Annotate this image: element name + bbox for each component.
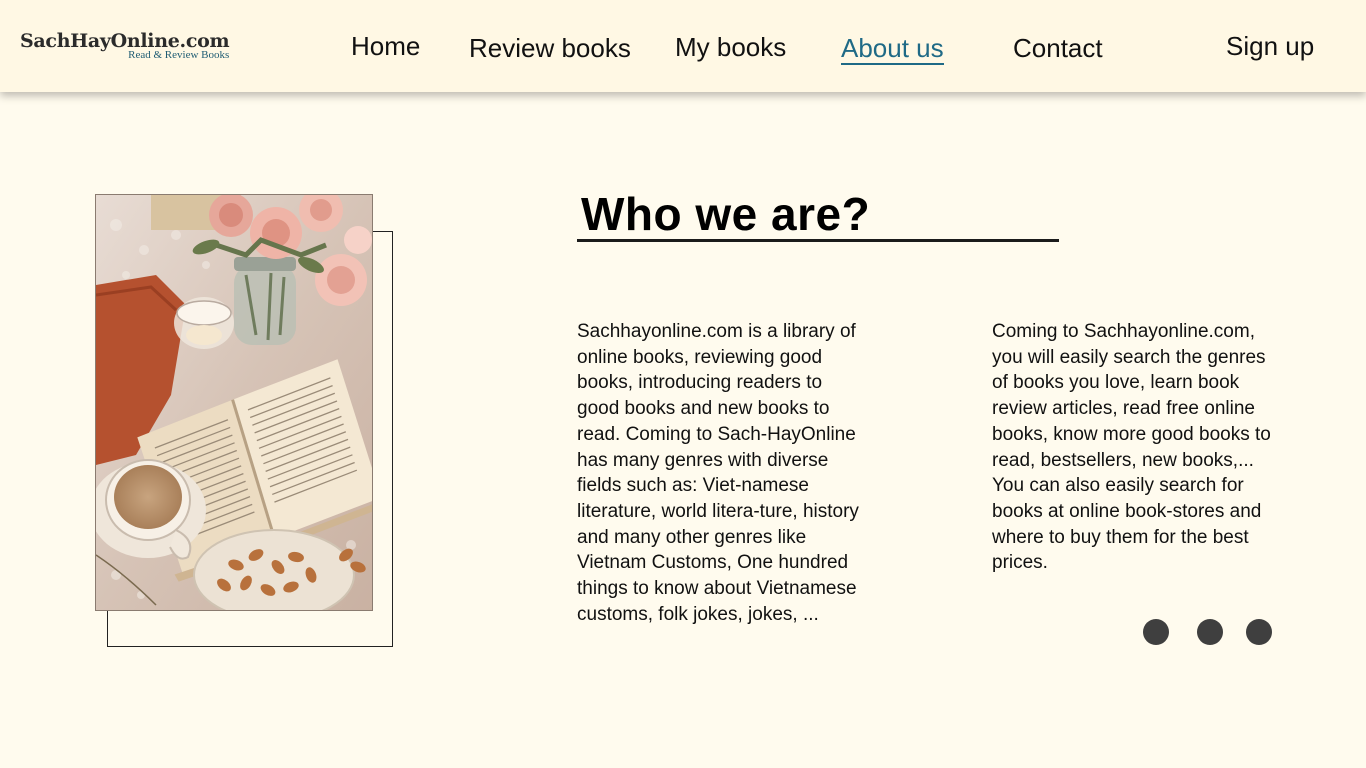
title-underline <box>577 239 1059 242</box>
nav-review-books[interactable]: Review books <box>469 33 631 63</box>
signup-link[interactable]: Sign up <box>1226 31 1314 61</box>
section-title: Who we are? <box>581 188 871 240</box>
site-header: SachHayOnline.com Read & Review Books Ho… <box>0 0 1366 92</box>
photo-illustration <box>96 195 372 610</box>
site-logo[interactable]: SachHayOnline.com Read & Review Books <box>20 30 230 61</box>
books-coffee-photo <box>95 194 373 611</box>
carousel-dot-1[interactable] <box>1143 619 1169 645</box>
carousel-dot-2[interactable] <box>1197 619 1223 645</box>
about-paragraph-2: Coming to Sachhayonline.com, you will ea… <box>992 321 1271 574</box>
nav-my-books[interactable]: My books <box>675 32 786 62</box>
nav-about-us[interactable]: About us <box>841 33 944 65</box>
nav-home[interactable]: Home <box>351 31 420 61</box>
about-paragraph-1: Sachhayonline.com is a library of online… <box>577 321 859 625</box>
nav-contact[interactable]: Contact <box>1013 33 1103 63</box>
carousel-dot-3[interactable] <box>1246 619 1272 645</box>
